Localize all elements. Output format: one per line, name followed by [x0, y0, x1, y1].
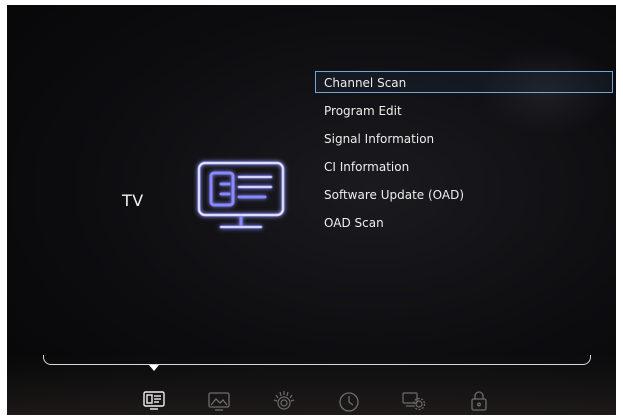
category-tabbar — [7, 389, 616, 415]
menu-item-program-edit[interactable]: Program Edit — [315, 99, 613, 121]
tab-sound[interactable] — [271, 389, 297, 413]
menu-item-ci-information[interactable]: CI Information — [315, 155, 613, 177]
active-tab-pointer — [149, 365, 159, 371]
tv-menu-large-icon — [191, 157, 291, 237]
sound-icon — [273, 391, 295, 410]
tab-settings[interactable] — [401, 389, 427, 413]
tab-tv[interactable] — [141, 389, 167, 413]
menu-item-channel-scan[interactable]: Channel Scan — [315, 71, 613, 93]
settings-icon — [402, 392, 426, 411]
tv-screen: TV Channel Scan Program Edit Signal Info… — [7, 5, 616, 415]
clock-icon — [339, 392, 359, 412]
tabbar-divider — [43, 355, 591, 365]
tv-menu-icon — [143, 391, 165, 410]
tab-time[interactable] — [336, 389, 362, 413]
menu-item-oad-scan[interactable]: OAD Scan — [315, 211, 613, 233]
menu-item-signal-information[interactable]: Signal Information — [315, 127, 613, 149]
section-title: TV — [122, 191, 144, 210]
tv-frame: TV Channel Scan Program Edit Signal Info… — [0, 0, 623, 420]
picture-icon — [208, 392, 230, 411]
tab-picture[interactable] — [206, 389, 232, 413]
lock-icon — [471, 391, 487, 411]
tab-lock[interactable] — [466, 389, 492, 413]
menu-item-software-update-oad[interactable]: Software Update (OAD) — [315, 183, 613, 205]
tv-settings-menu: Channel Scan Program Edit Signal Informa… — [315, 71, 613, 239]
